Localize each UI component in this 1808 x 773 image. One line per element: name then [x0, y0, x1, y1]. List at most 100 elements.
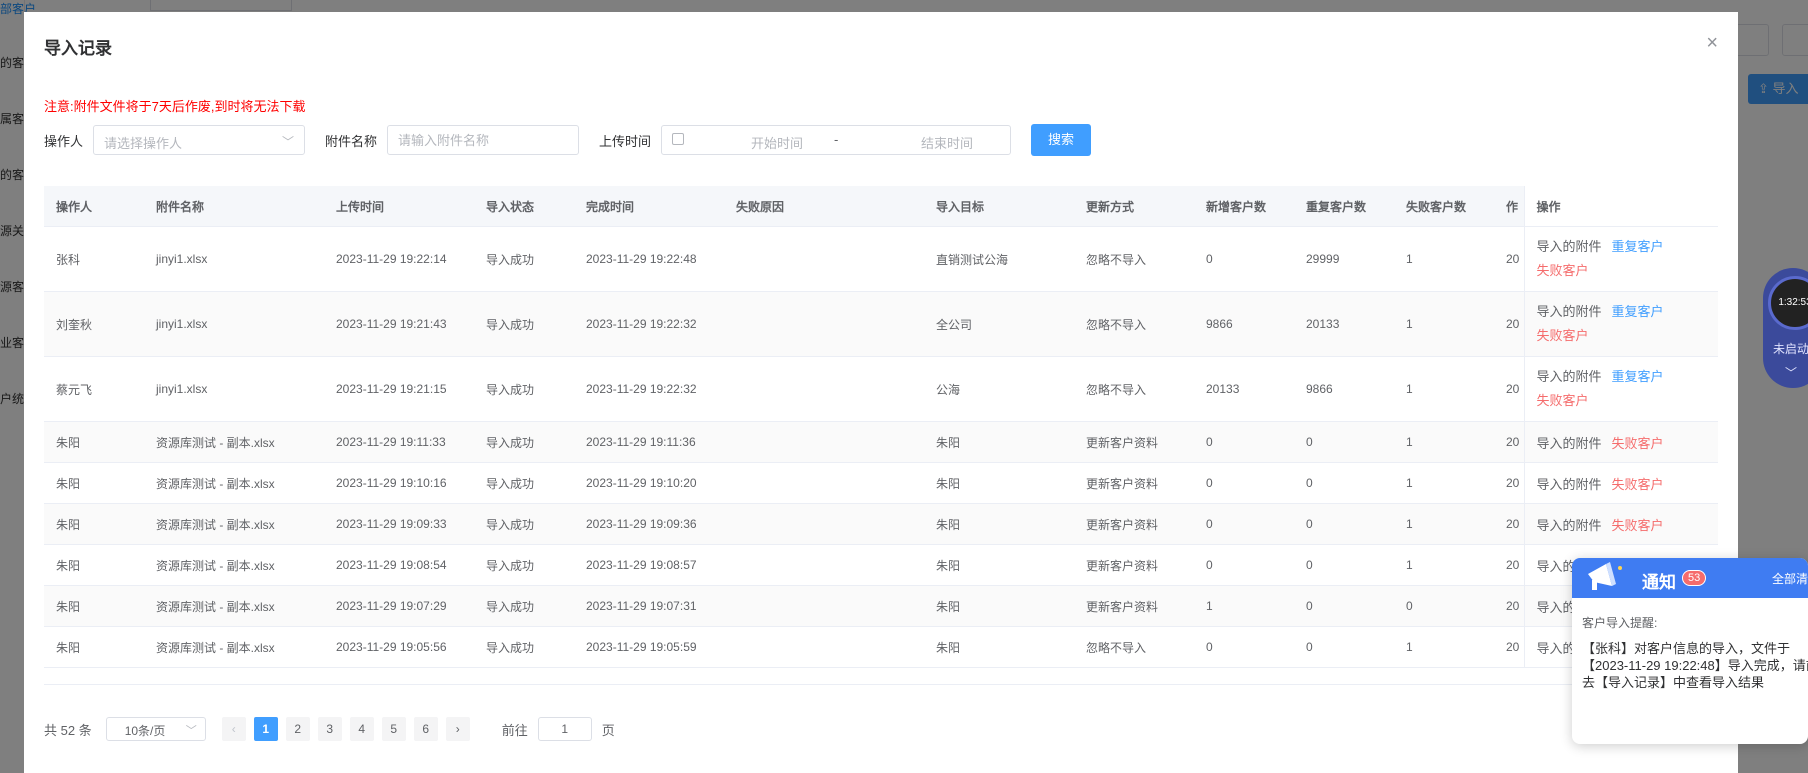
- attachment-link[interactable]: 导入的附件: [1537, 239, 1602, 254]
- cell-target: 直销测试公海: [924, 226, 1074, 292]
- prev-page-button[interactable]: ‹: [221, 717, 246, 741]
- page-button[interactable]: 6: [413, 717, 438, 741]
- page-button[interactable]: 2: [285, 717, 310, 741]
- cell-upload-time: 2023-11-29 19:21:15: [324, 356, 474, 422]
- cell-file: 资源库测试 - 副本.xlsx: [144, 503, 324, 545]
- attachment-link[interactable]: 导入的附件: [1537, 477, 1602, 492]
- cell-file: 资源库测试 - 副本.xlsx: [144, 421, 324, 463]
- cell-reason: [724, 291, 924, 357]
- page-button[interactable]: 5: [381, 717, 406, 741]
- cell-reason: [724, 462, 924, 504]
- chevron-down-icon[interactable]: ﹀: [1785, 364, 1797, 381]
- duplicate-customers-link[interactable]: 重复客户: [1612, 304, 1664, 319]
- next-page-button[interactable]: ›: [445, 717, 470, 741]
- attachment-link[interactable]: 导入的附件: [1537, 369, 1602, 384]
- failed-customers-link[interactable]: 失败客户: [1537, 328, 1589, 343]
- cell-new: 0: [1194, 226, 1294, 292]
- cell-target: 朱阳: [924, 544, 1074, 586]
- column-header: 作: [1494, 186, 1524, 227]
- cell-extra: 20: [1494, 503, 1524, 545]
- upload-time-range[interactable]: 开始时间 - 结束时间: [661, 125, 1012, 155]
- table-row: 张科 jinyi1.xlsx 2023-11-29 19:22:14 导入成功 2023…: [44, 226, 1718, 292]
- cell-file: 资源库测试 - 副本.xlsx: [144, 585, 324, 627]
- attachment-link[interactable]: 导入的附件: [1537, 518, 1602, 533]
- cell-dup: 0: [1294, 421, 1394, 463]
- column-header: 上传时间: [324, 186, 474, 227]
- cell-finish-time: 2023-11-29 19:22:32: [574, 356, 724, 422]
- failed-customers-link[interactable]: 失败客户: [1612, 436, 1664, 451]
- total-count: 共 52 条: [44, 722, 92, 738]
- table-row: 朱阳 资源库测试 - 副本.xlsx 2023-11-29 19:08:54 导入成功…: [44, 544, 1718, 586]
- cell-extra: 20: [1494, 626, 1524, 668]
- cell-dup: 0: [1294, 462, 1394, 504]
- cell-dup: 20133: [1294, 291, 1394, 357]
- cell-mode: 忽略不导入: [1074, 356, 1194, 422]
- failed-customers-link[interactable]: 失败客户: [1612, 477, 1664, 492]
- attachment-link[interactable]: 导入的附件: [1537, 304, 1602, 319]
- cell-new: 9866: [1194, 291, 1294, 357]
- cell-status: 导入成功: [474, 226, 574, 292]
- cell-operator: 刘奎秋: [44, 291, 144, 357]
- cell-extra: 20: [1494, 421, 1524, 463]
- cell-fail: 1: [1394, 503, 1494, 545]
- table-row: 朱阳 资源库测试 - 副本.xlsx 2023-11-29 19:09:33 导入成功…: [44, 503, 1718, 545]
- cell-new: 20133: [1194, 356, 1294, 422]
- cell-dup: 0: [1294, 544, 1394, 586]
- filename-input[interactable]: [387, 125, 580, 155]
- notification-message: 【张科】对客户信息的导入，文件于【2023-11-29 19:22:48】导入完…: [1582, 641, 1808, 690]
- start-time-placeholder[interactable]: 开始时间: [722, 133, 832, 152]
- cell-upload-time: 2023-11-29 19:10:16: [324, 462, 474, 504]
- cell-target: 朱阳: [924, 421, 1074, 463]
- column-header: 导入目标: [924, 186, 1074, 227]
- cell-extra: 20: [1494, 462, 1524, 504]
- chevron-down-icon: ﹀: [185, 725, 197, 737]
- page-size-value: 10条/页: [124, 724, 166, 738]
- page-button[interactable]: 3: [317, 717, 342, 741]
- cell-mode: 更新客户资料: [1074, 421, 1194, 463]
- cell-finish-time: 2023-11-29 19:09:36: [574, 503, 724, 545]
- duplicate-customers-link[interactable]: 重复客户: [1612, 239, 1664, 254]
- cell-upload-time: 2023-11-29 19:21:43: [324, 291, 474, 357]
- cell-finish-time: 2023-11-29 19:10:20: [574, 462, 724, 504]
- cell-reason: [724, 503, 924, 545]
- goto-label: 前往: [501, 722, 528, 738]
- cell-target: 朱阳: [924, 462, 1074, 504]
- cell-dup: 0: [1294, 585, 1394, 627]
- cell-extra: 20: [1494, 291, 1524, 357]
- page-size-select[interactable]: 10条/页 ﹀: [105, 717, 206, 741]
- page-button[interactable]: 4: [349, 717, 374, 741]
- duplicate-customers-link[interactable]: 重复客户: [1612, 369, 1664, 384]
- failed-customers-link[interactable]: 失败客户: [1537, 393, 1589, 408]
- cell-target: 朱阳: [924, 585, 1074, 627]
- page-button[interactable]: 1: [253, 717, 278, 741]
- clear-all-link[interactable]: 全部清: [1772, 570, 1808, 587]
- cell-reason: [724, 226, 924, 292]
- end-time-placeholder[interactable]: 结束时间: [892, 133, 1002, 152]
- close-icon[interactable]: ×: [1706, 32, 1718, 55]
- pagination: 共 52 条 10条/页 ﹀ ‹ 1 2 3 4 5 6 › 前往 页: [44, 717, 615, 741]
- cell-status: 导入成功: [474, 544, 574, 586]
- goto-page-input[interactable]: [537, 717, 592, 741]
- operator-select[interactable]: 请选择操作人 ﹀: [93, 125, 306, 155]
- cell-fail: 1: [1394, 626, 1494, 668]
- cell-upload-time: 2023-11-29 19:09:33: [324, 503, 474, 545]
- cell-fail: 1: [1394, 291, 1494, 357]
- column-header: 完成时间: [574, 186, 724, 227]
- failed-customers-link[interactable]: 失败客户: [1612, 518, 1664, 533]
- megaphone-icon: [1588, 562, 1622, 590]
- cell-operator: 蔡元飞: [44, 356, 144, 422]
- cell-file: 资源库测试 - 副本.xlsx: [144, 626, 324, 668]
- cell-status: 导入成功: [474, 462, 574, 504]
- attachment-link[interactable]: 导入的附件: [1537, 436, 1602, 451]
- cell-operator: 朱阳: [44, 421, 144, 463]
- cell-operations: 导入的附件 重复客户失败客户: [1523, 356, 1718, 422]
- cell-operations: 导入的附件失败客户: [1523, 462, 1718, 504]
- failed-customers-link[interactable]: 失败客户: [1537, 263, 1589, 278]
- calendar-icon: [672, 133, 685, 145]
- cell-finish-time: 2023-11-29 19:05:59: [574, 626, 724, 668]
- notification-header: 通知 53 全部清: [1572, 558, 1808, 598]
- search-button[interactable]: 搜索: [1031, 124, 1092, 156]
- cell-finish-time: 2023-11-29 19:22:48: [574, 226, 724, 292]
- cell-reason: [724, 544, 924, 586]
- call-timer-widget[interactable]: 1:32:53 未启动 ﹀: [1763, 268, 1808, 388]
